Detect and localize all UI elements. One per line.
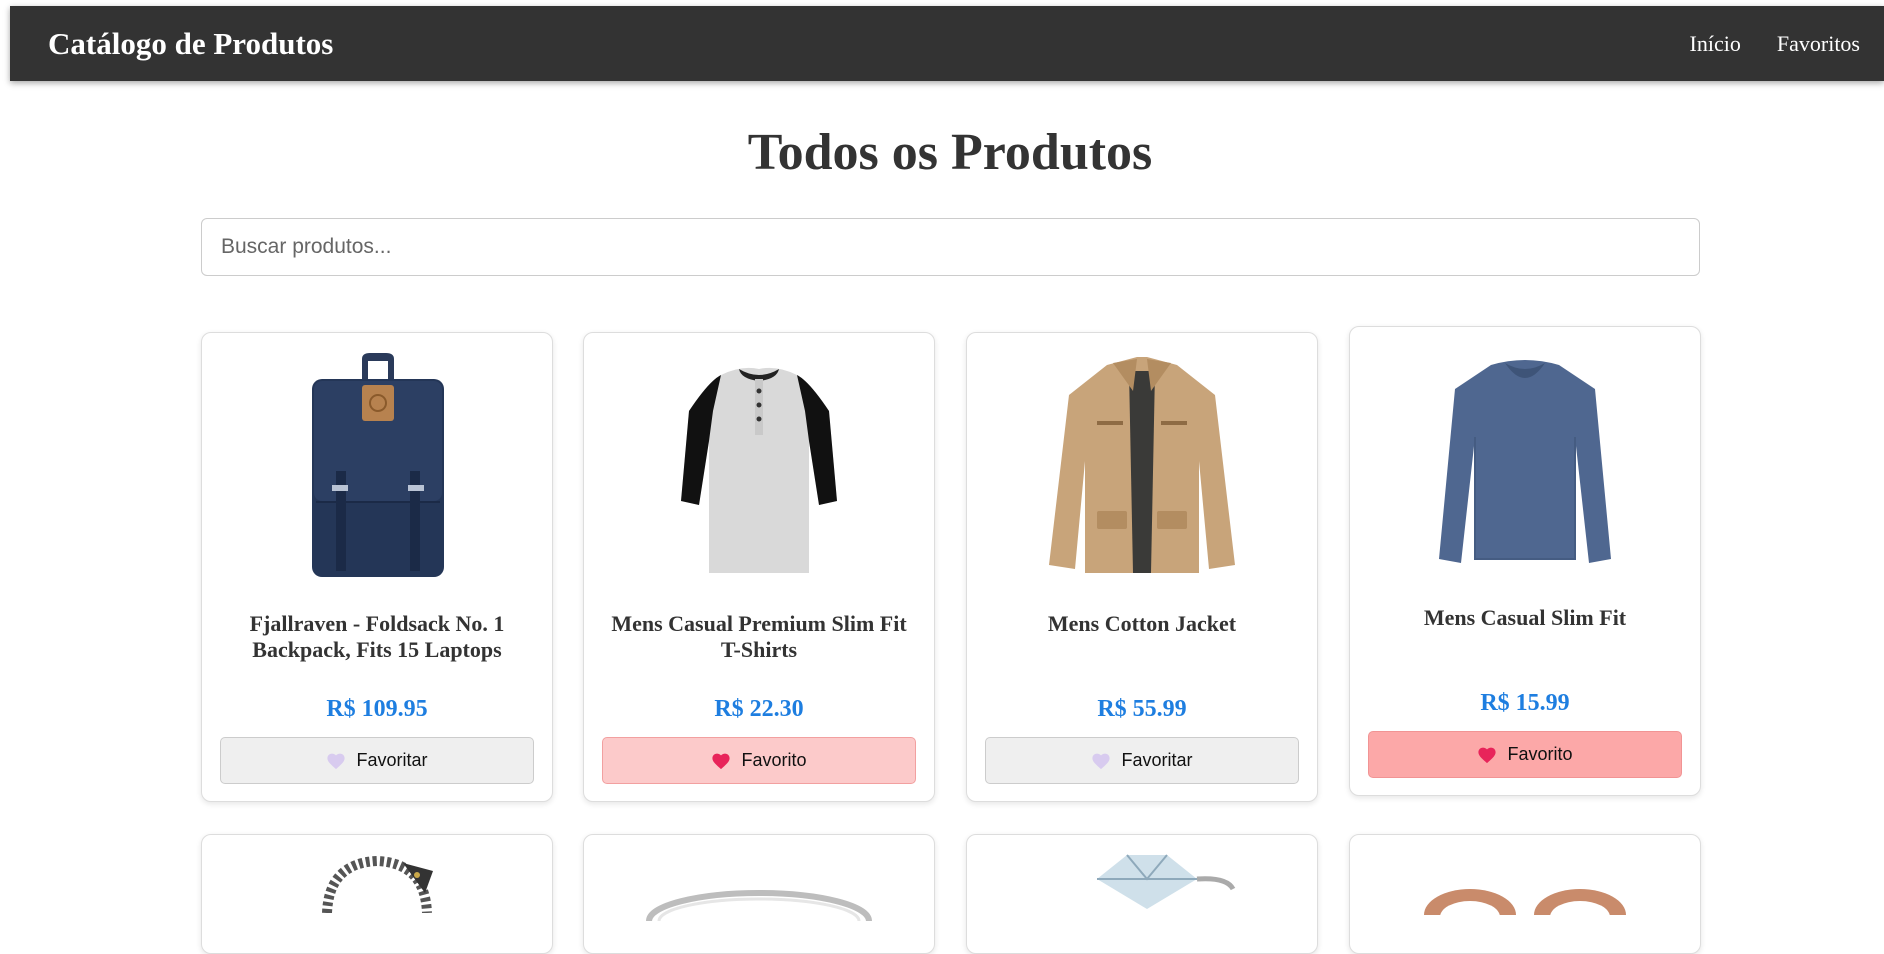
product-card bbox=[583, 834, 935, 954]
product-card bbox=[201, 834, 553, 954]
favorite-button-label: Favorito bbox=[741, 750, 807, 770]
favorite-button-label: Favorito bbox=[1507, 744, 1573, 764]
diamond-ring-image[interactable] bbox=[1057, 849, 1237, 914]
cotton-jacket-image[interactable] bbox=[967, 351, 1317, 579]
favorite-button[interactable]: Favorito bbox=[1368, 731, 1682, 778]
brand-title[interactable]: Catálogo de Produtos bbox=[48, 6, 333, 81]
product-title: Mens Casual Premium Slim Fit T-Shirts bbox=[611, 611, 907, 662]
product-card bbox=[1349, 834, 1701, 954]
product-price: R$ 55.99 bbox=[1097, 696, 1187, 722]
favorite-button-label: Favoritar bbox=[356, 750, 428, 770]
product-card: Mens Casual Premium Slim Fit T-Shirts R$… bbox=[583, 332, 935, 802]
heart-icon bbox=[712, 753, 731, 769]
backpack-image[interactable] bbox=[202, 351, 552, 579]
heart-icon bbox=[327, 753, 346, 769]
top-navbar: Catálogo de Produtos Início Favoritos bbox=[10, 6, 1884, 81]
product-price: R$ 109.95 bbox=[326, 696, 428, 722]
product-card: Mens Cotton Jacket R$ 55.99 Favoritar bbox=[966, 332, 1318, 802]
earrings-image[interactable] bbox=[1410, 875, 1640, 941]
longsleeve-shirt-image[interactable] bbox=[1350, 345, 1700, 573]
nav-link-favorites[interactable]: Favoritos bbox=[1777, 31, 1860, 57]
product-title: Mens Casual Slim Fit bbox=[1423, 605, 1627, 630]
product-card bbox=[966, 834, 1318, 954]
heart-icon bbox=[1478, 747, 1497, 763]
favorite-button[interactable]: Favoritar bbox=[985, 737, 1299, 784]
search-input[interactable] bbox=[201, 218, 1700, 276]
page-title: Todos os Produtos bbox=[747, 124, 1153, 181]
product-price: R$ 22.30 bbox=[714, 696, 804, 722]
product-price: R$ 15.99 bbox=[1480, 690, 1570, 716]
product-title: Mens Cotton Jacket bbox=[1047, 611, 1237, 636]
bracelet-image[interactable] bbox=[307, 853, 447, 918]
favorite-button[interactable]: Favoritar bbox=[220, 737, 534, 784]
product-card: Fjallraven - Foldsack No. 1 Backpack, Fi… bbox=[201, 332, 553, 802]
favorite-button[interactable]: Favorito bbox=[602, 737, 916, 784]
heart-icon bbox=[1092, 753, 1111, 769]
product-card: Mens Casual Slim Fit R$ 15.99 Favorito bbox=[1349, 326, 1701, 796]
nav-links: Início Favoritos bbox=[1690, 6, 1860, 81]
raglan-tshirt-image[interactable] bbox=[584, 351, 934, 579]
nav-link-home[interactable]: Início bbox=[1690, 31, 1741, 57]
product-title: Fjallraven - Foldsack No. 1 Backpack, Fi… bbox=[249, 611, 505, 662]
favorite-button-label: Favoritar bbox=[1121, 750, 1193, 770]
